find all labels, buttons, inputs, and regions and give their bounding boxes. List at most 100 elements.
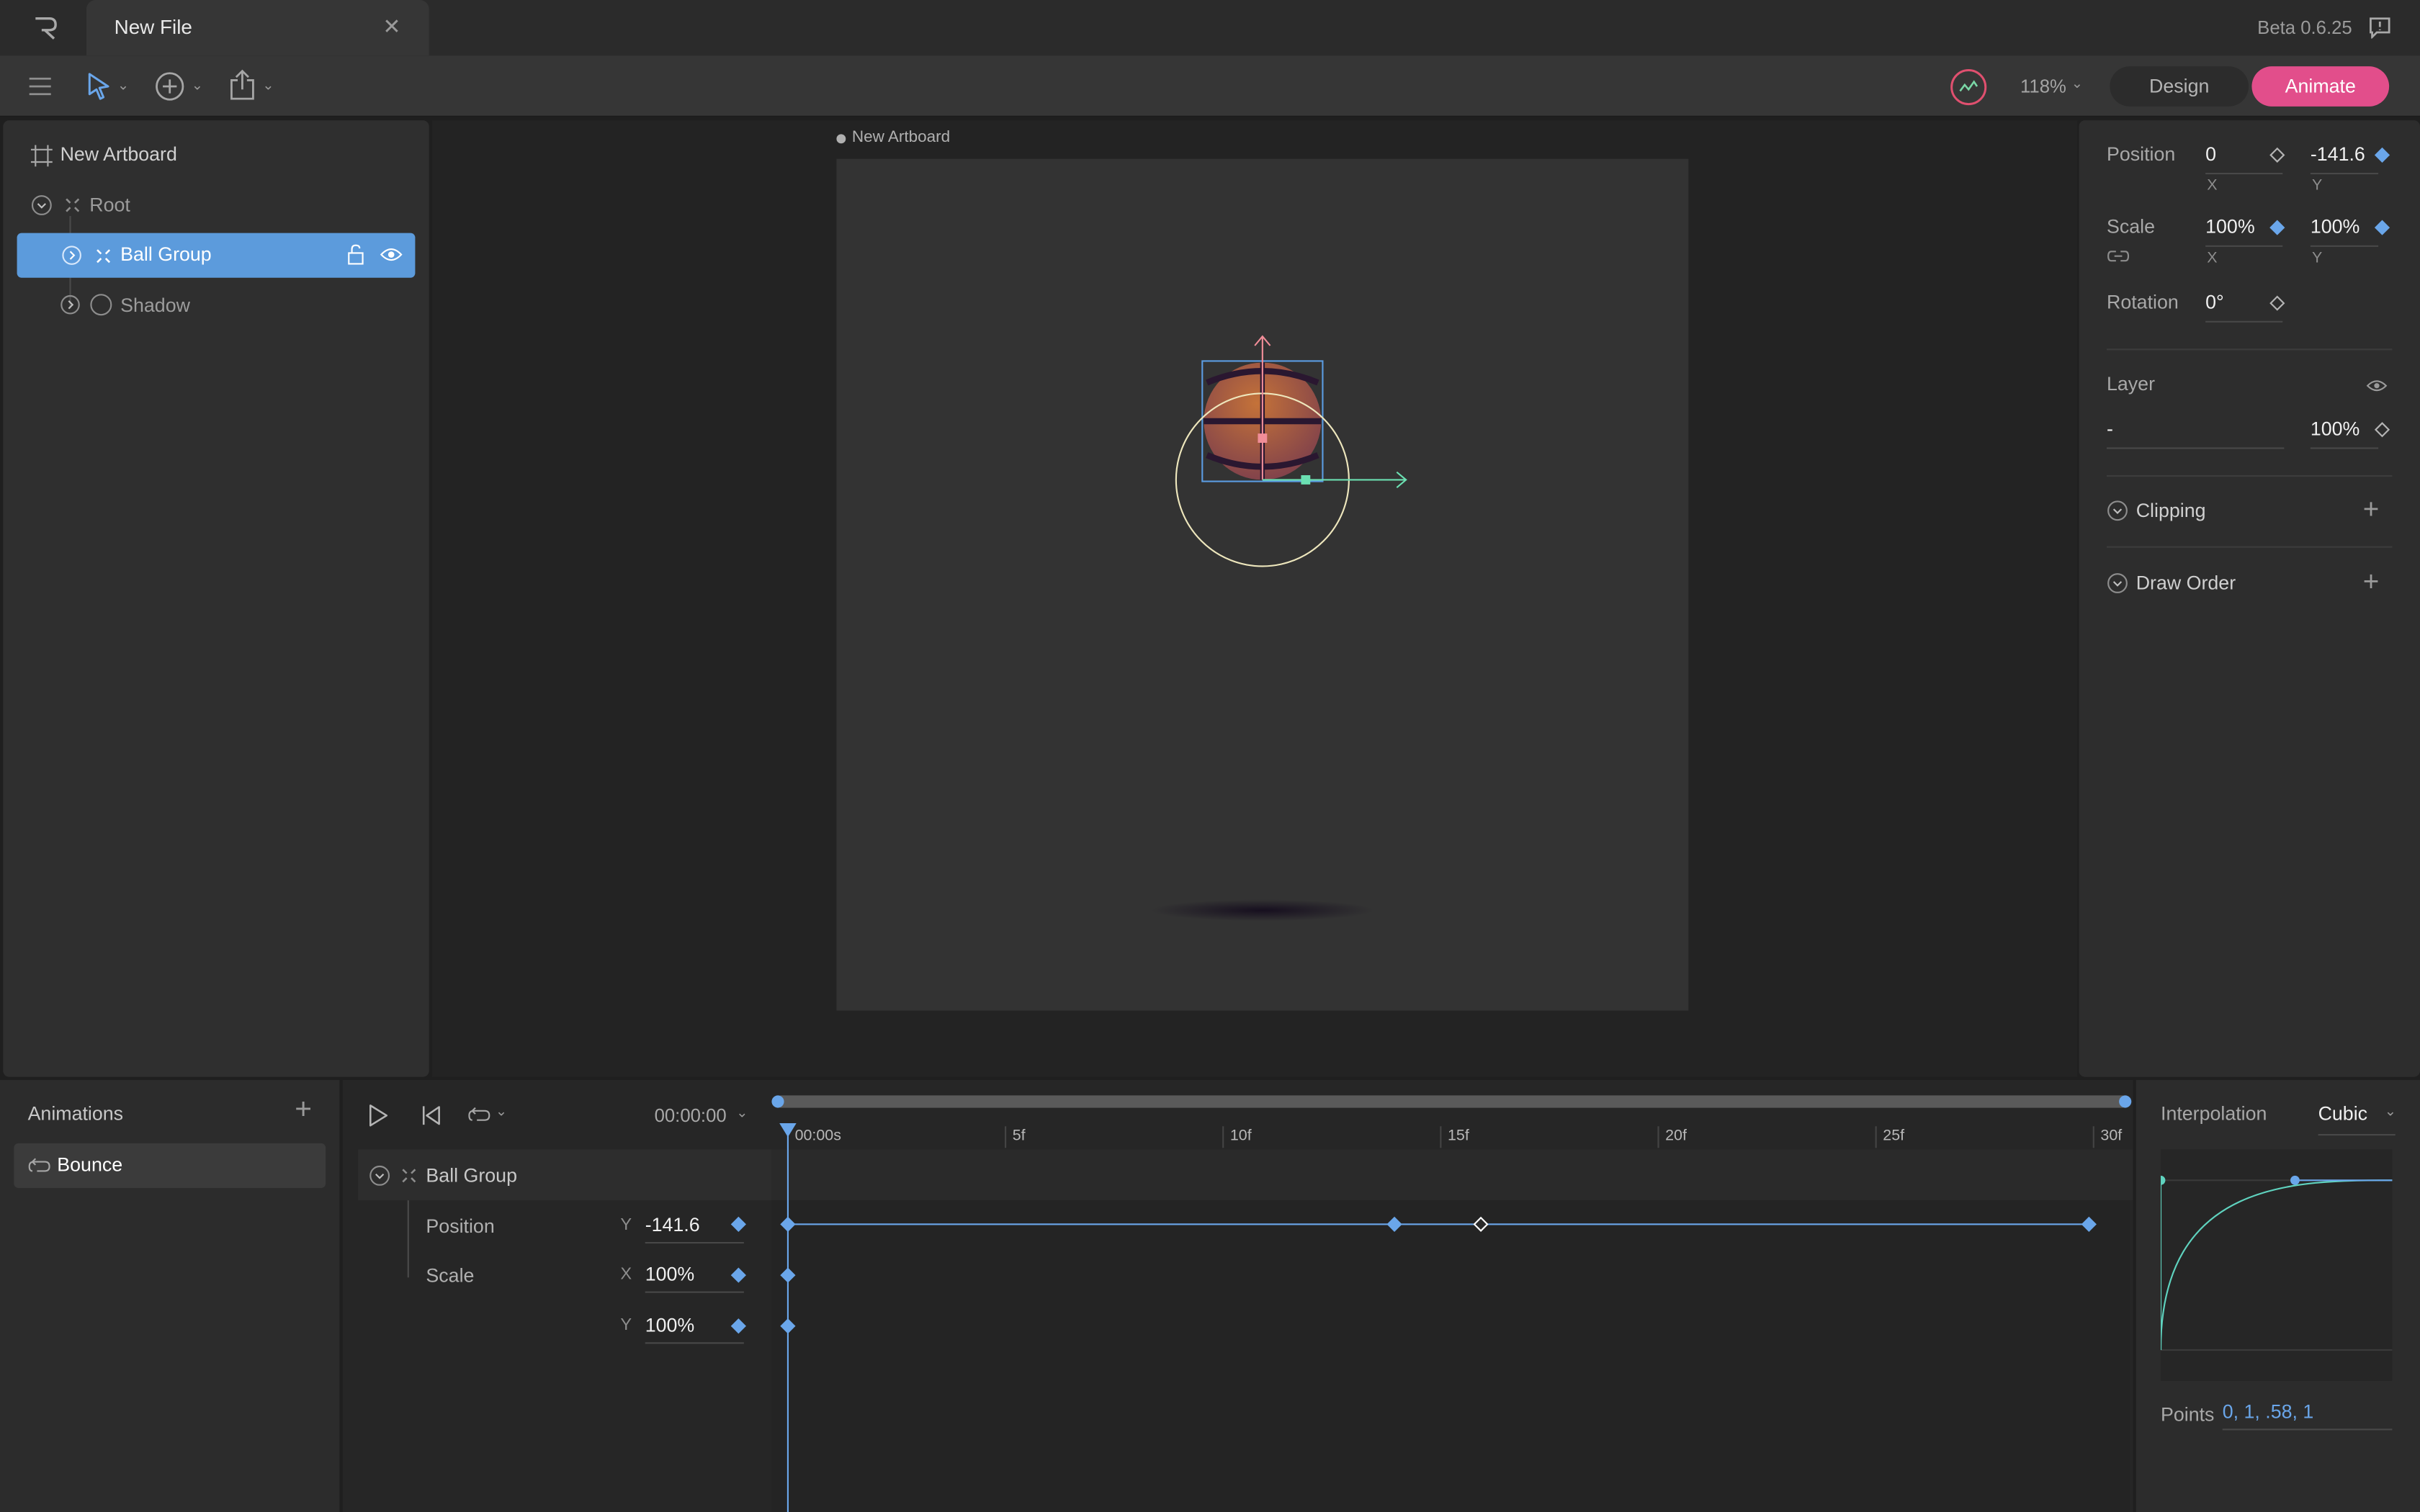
track-value: -141.6 <box>645 1214 700 1236</box>
scale-x-value: 100% <box>2205 216 2255 238</box>
input-underline <box>2107 447 2285 449</box>
collapse-toggle-icon[interactable] <box>31 194 53 216</box>
track-value-input[interactable]: 100% <box>645 1261 744 1293</box>
blend-mode-value: - <box>2107 418 2113 440</box>
ruler-label: 30f <box>2100 1128 2123 1145</box>
artboard-dot-icon <box>836 134 846 144</box>
zoom-dropdown[interactable]: 118% ⌄ <box>2020 68 2088 104</box>
clipping-label: Clipping <box>2136 500 2206 522</box>
shadow-shape[interactable] <box>1151 899 1374 922</box>
interpolation-label: Interpolation <box>2161 1103 2267 1125</box>
collapse-toggle-icon[interactable] <box>369 1165 390 1187</box>
visibility-eye-icon[interactable] <box>2366 378 2388 393</box>
design-mode-button[interactable]: Design <box>2110 66 2249 107</box>
opacity-input[interactable]: 100% <box>2310 413 2379 449</box>
hierarchy-item-root[interactable]: Root <box>31 184 417 227</box>
select-tool-button[interactable]: ⌄ <box>86 71 133 102</box>
rive-logo-icon[interactable] <box>31 14 62 42</box>
opacity-value: 100% <box>2310 418 2360 440</box>
track-axis-label: X <box>620 1265 632 1284</box>
group-icon <box>66 198 80 212</box>
position-label: Position <box>2107 143 2176 166</box>
range-end-handle[interactable] <box>2119 1095 2132 1108</box>
unlock-icon[interactable] <box>346 244 367 266</box>
ruler-label: 15f <box>1447 1128 1469 1145</box>
scale-label: Scale <box>2107 216 2156 238</box>
playhead[interactable] <box>786 1134 789 1512</box>
close-tab-icon[interactable]: ✕ <box>382 15 400 37</box>
tree-connector <box>407 1200 409 1278</box>
interpolation-panel: Interpolation Cubic ⌄ Points 0, 1, .58, … <box>2136 1080 2420 1512</box>
position-y-input[interactable]: -141.6 <box>2310 139 2382 175</box>
expand-toggle-icon[interactable] <box>62 246 82 266</box>
input-underline <box>645 1291 744 1293</box>
export-button[interactable]: ⌄ <box>228 69 278 103</box>
animate-mode-button[interactable]: Animate <box>2251 66 2390 107</box>
ruler-tick <box>1440 1126 1442 1148</box>
scale-y-value: 100% <box>2310 216 2360 238</box>
easing-curve-editor[interactable] <box>2156 1149 2393 1381</box>
expand-toggle-icon[interactable] <box>60 294 81 315</box>
performance-gauge-icon[interactable] <box>1949 68 1988 107</box>
toolbar: ⌄ ⌄ ⌄ 118% ⌄ Design Animate <box>0 55 2420 117</box>
loop-mode-dropdown[interactable]: ⌄ <box>467 1103 511 1128</box>
track-value: 100% <box>645 1314 695 1336</box>
artboard-title[interactable]: New Artboard <box>852 128 950 147</box>
time-ruler[interactable]: 00:00s 5f 10f 15f 20f 25f 30f <box>771 1123 2130 1148</box>
artboard[interactable] <box>836 158 1689 1011</box>
artboard-content <box>1151 335 1407 922</box>
track-value-input[interactable]: 100% <box>645 1311 744 1344</box>
ruler-tick <box>2092 1126 2094 1148</box>
scale-y-input[interactable]: 100% <box>2310 212 2382 247</box>
stage-canvas[interactable]: New Artboard <box>432 120 2078 1077</box>
pointer-icon <box>88 73 109 100</box>
ruler-label: 5f <box>1012 1128 1026 1145</box>
feedback-icon[interactable] <box>2367 15 2392 39</box>
play-icon[interactable] <box>367 1103 389 1128</box>
x-scale-handle[interactable] <box>1301 475 1311 485</box>
rewind-to-start-icon[interactable] <box>421 1104 442 1126</box>
ruler-tick <box>1657 1126 1659 1148</box>
group-icon <box>97 249 111 264</box>
playhead-handle-icon[interactable] <box>779 1123 797 1138</box>
chevron-down-icon <box>2107 573 2128 593</box>
input-underline <box>2222 1428 2393 1431</box>
clipping-section-header[interactable]: Clipping + <box>2107 494 2400 528</box>
input-underline <box>2310 173 2379 175</box>
hierarchy-item-label: Ball Group <box>120 243 212 266</box>
file-tab[interactable]: New File ✕ <box>86 0 429 56</box>
keyframe-track-area[interactable] <box>771 1200 2130 1512</box>
input-underline <box>645 1242 744 1244</box>
bezier-points-input[interactable]: 0, 1, .58, 1 <box>2222 1398 2393 1431</box>
input-underline <box>2318 1134 2396 1136</box>
draw-order-section-header[interactable]: Draw Order + <box>2107 566 2400 600</box>
hierarchy-item-artboard[interactable]: New Artboard <box>30 132 417 176</box>
add-draw-order-icon[interactable]: + <box>2363 566 2380 598</box>
menu-icon[interactable] <box>28 76 53 97</box>
timeline-range-bar[interactable] <box>771 1095 2132 1108</box>
input-underline <box>645 1342 744 1344</box>
interpolation-type-dropdown[interactable]: Cubic ⌄ <box>2318 1100 2396 1136</box>
range-start-handle[interactable] <box>771 1095 784 1108</box>
visibility-eye-icon[interactable] <box>380 246 403 264</box>
time-dropdown[interactable]: 00:00:00 ⌄ <box>655 1102 750 1130</box>
create-tool-button[interactable]: ⌄ <box>154 69 207 103</box>
y-scale-handle[interactable] <box>1258 433 1268 443</box>
animations-panel: Animations + Bounce <box>0 1080 340 1512</box>
animation-item-bounce[interactable]: Bounce <box>14 1143 326 1188</box>
loop-icon <box>468 1107 490 1121</box>
blend-mode-select[interactable]: - <box>2107 413 2285 449</box>
track-axis-label: Y <box>620 1215 632 1235</box>
track-property-label: Scale <box>426 1265 475 1287</box>
add-clipping-icon[interactable]: + <box>2363 494 2380 526</box>
add-animation-icon[interactable]: + <box>295 1094 312 1128</box>
chevron-down-icon: ⌄ <box>262 77 274 93</box>
ruler-label: 10f <box>1229 1128 1252 1145</box>
loop-icon <box>28 1158 50 1172</box>
hierarchy-item-shadow[interactable]: Shadow <box>58 284 413 327</box>
link-scale-icon[interactable] <box>2107 247 2130 266</box>
axis-x-label: X <box>2207 250 2218 267</box>
hierarchy-item-ball-group[interactable]: Ball Group <box>17 233 416 278</box>
axis-y-label: Y <box>2312 250 2323 267</box>
track-value-input[interactable]: -141.6 <box>645 1211 744 1244</box>
